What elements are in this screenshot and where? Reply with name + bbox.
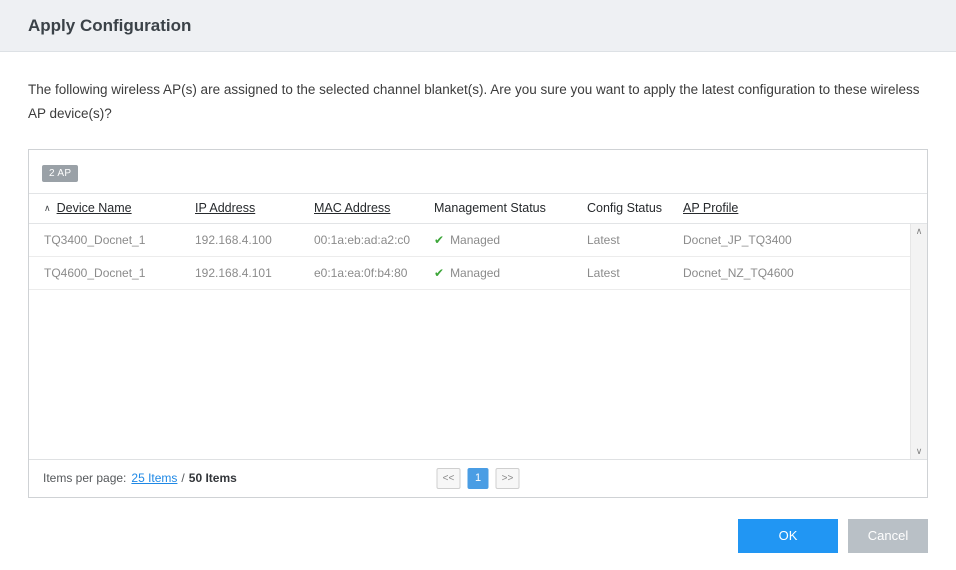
column-label-ap-profile: AP Profile xyxy=(683,201,739,216)
sort-asc-icon: ∧ xyxy=(44,202,51,213)
column-label-management-status: Management Status xyxy=(434,201,546,216)
dialog-body: The following wireless AP(s) are assigne… xyxy=(0,78,956,553)
cell-config-status: Latest xyxy=(587,232,620,247)
column-header-device-name[interactable]: ∧ Device Name xyxy=(44,201,195,215)
cell-mac-address: e0:1a:ea:0f:b4:80 xyxy=(314,265,408,280)
cell-config-status: Latest xyxy=(587,265,620,280)
column-label-device-name: Device Name xyxy=(56,201,132,216)
cell-ap-profile: Docnet_JP_TQ3400 xyxy=(683,232,792,247)
cell-ip-address: 192.168.4.101 xyxy=(195,265,272,280)
cancel-button[interactable]: Cancel xyxy=(848,518,928,553)
scroll-up-icon[interactable]: ∧ xyxy=(916,226,923,236)
dialog-header: Apply Configuration xyxy=(0,0,956,52)
column-header-config-status: Config Status xyxy=(587,201,683,215)
managed-check-icon: ✔ xyxy=(434,232,445,247)
ap-table-panel: 2 AP ∧ Device Name IP Address MAC Addres… xyxy=(28,148,928,498)
items-per-page-label: Items per page: xyxy=(43,471,127,486)
column-header-mac-address[interactable]: MAC Address xyxy=(314,201,434,215)
prev-page-button[interactable]: << xyxy=(436,467,461,489)
ok-button[interactable]: OK xyxy=(738,518,838,553)
management-status-text: Managed xyxy=(450,265,501,280)
table-row[interactable]: TQ4600_Docnet_1 192.168.4.101 e0:1a:ea:0… xyxy=(29,257,910,290)
column-header-management-status: Management Status xyxy=(434,201,587,215)
column-label-config-status: Config Status xyxy=(587,201,663,216)
cell-device-name: TQ4600_Docnet_1 xyxy=(44,265,146,280)
table-footer: Items per page: 25 Items / 50 Items << 1… xyxy=(29,458,927,497)
current-page-button[interactable]: 1 xyxy=(467,467,489,489)
column-header-ap-profile[interactable]: AP Profile xyxy=(683,201,927,215)
table-rows: TQ3400_Docnet_1 192.168.4.100 00:1a:eb:a… xyxy=(29,224,910,459)
management-status-text: Managed xyxy=(450,232,501,247)
column-label-ip-address: IP Address xyxy=(195,201,256,216)
cell-device-name: TQ3400_Docnet_1 xyxy=(44,232,146,247)
pagination: << 1 >> xyxy=(436,467,520,489)
dialog-title: Apply Configuration xyxy=(28,15,192,35)
vertical-scrollbar[interactable]: ∧ ∨ xyxy=(910,223,927,459)
scroll-down-icon[interactable]: ∨ xyxy=(916,446,923,456)
apply-configuration-dialog: Apply Configuration The following wirele… xyxy=(0,0,956,570)
total-items-label: 50 Items xyxy=(188,471,237,486)
ap-count-badge: 2 AP xyxy=(42,164,79,182)
cell-ip-address: 192.168.4.100 xyxy=(195,232,272,247)
items-separator: / xyxy=(181,471,185,486)
cell-management-status: ✔ Managed xyxy=(434,266,587,280)
column-header-ip-address[interactable]: IP Address xyxy=(195,201,314,215)
items-per-page-link[interactable]: 25 Items xyxy=(131,471,177,485)
table-body: TQ3400_Docnet_1 192.168.4.100 00:1a:eb:a… xyxy=(29,223,927,459)
managed-check-icon: ✔ xyxy=(434,265,445,280)
table-row[interactable]: TQ3400_Docnet_1 192.168.4.100 00:1a:eb:a… xyxy=(29,224,910,257)
dialog-actions: OK Cancel xyxy=(28,518,928,553)
column-label-mac-address: MAC Address xyxy=(314,201,391,216)
cell-management-status: ✔ Managed xyxy=(434,233,587,247)
cell-mac-address: 00:1a:eb:ad:a2:c0 xyxy=(314,232,411,247)
cell-ap-profile: Docnet_NZ_TQ4600 xyxy=(683,265,794,280)
next-page-button[interactable]: >> xyxy=(495,467,520,489)
table-header-row: ∧ Device Name IP Address MAC Address Man… xyxy=(29,192,927,224)
badge-row: 2 AP xyxy=(29,150,927,193)
confirmation-message: The following wireless AP(s) are assigne… xyxy=(28,82,920,122)
